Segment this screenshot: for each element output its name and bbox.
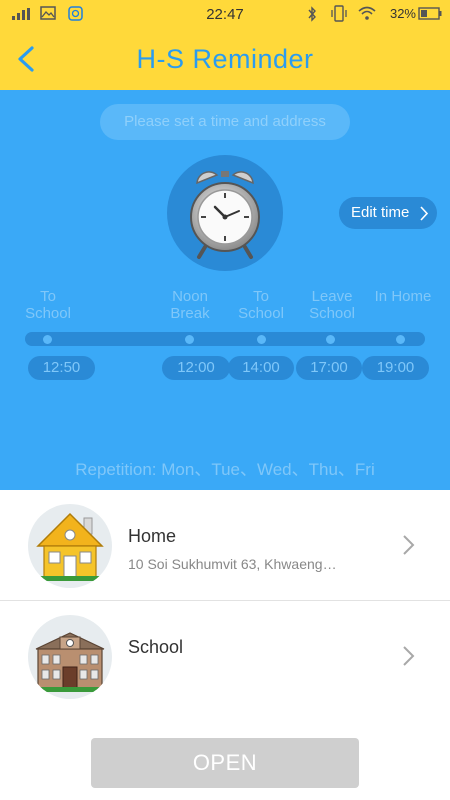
alarm-clock-icon <box>190 171 260 259</box>
place-address: 10 Soi Sukhumvit 63, Khwaeng… <box>128 556 337 572</box>
wifi-icon <box>358 6 376 20</box>
place-name: School <box>128 637 184 657</box>
repetition-days[interactable]: Repetition: Mon、Tue、Wed、Thu、Fri <box>0 455 450 480</box>
chevron-right-icon <box>420 206 429 221</box>
track-dot <box>326 335 335 344</box>
page-title: H-S Reminder <box>136 44 314 74</box>
open-button[interactable]: OPEN <box>91 738 359 788</box>
track-dot <box>43 335 52 344</box>
label-in-home: In Home <box>374 288 432 305</box>
label-noon-break: Noon Break <box>170 288 210 322</box>
time-pill[interactable]: 12:00 <box>162 356 230 380</box>
place-row-school[interactable]: School <box>0 601 450 713</box>
house-icon <box>36 512 104 581</box>
edit-time-button[interactable]: Edit time <box>339 197 437 229</box>
label-to-school: To School <box>25 288 71 322</box>
status-time: 22:47 <box>206 6 244 23</box>
time-pill[interactable]: 19:00 <box>362 356 429 380</box>
chevron-right-icon <box>403 646 415 666</box>
track-dot <box>185 335 194 344</box>
app-header: H-S Reminder <box>0 28 450 90</box>
chevron-right-icon <box>403 535 415 555</box>
label-to-school-afternoon: To School <box>238 288 284 322</box>
label-leave-school: Leave School <box>309 288 355 322</box>
battery-icon <box>418 7 442 20</box>
bluetooth-icon <box>308 6 316 22</box>
time-pill[interactable]: 14:00 <box>228 356 294 380</box>
edit-time-label: Edit time <box>351 204 410 221</box>
track-dot <box>257 335 266 344</box>
battery-percent: 32% <box>389 6 416 21</box>
school-avatar <box>28 615 112 699</box>
time-pill[interactable]: 17:00 <box>296 356 362 380</box>
place-name: Home <box>128 526 177 546</box>
status-bar: 22:47 32% <box>0 0 450 28</box>
place-row-home[interactable]: Home 10 Soi Sukhumvit 63, Khwaeng… <box>0 490 450 602</box>
track-dot <box>396 335 405 344</box>
set-time-address-hint[interactable]: Please set a time and address <box>100 104 350 140</box>
time-pill[interactable]: 12:50 <box>28 356 95 380</box>
vibrate-icon <box>331 5 347 22</box>
schedule-track[interactable] <box>25 332 425 346</box>
school-building-icon <box>34 632 106 692</box>
reminder-panel: Please set a time and address Edit time … <box>0 90 450 490</box>
alarm-clock-badge <box>167 155 283 271</box>
house-avatar <box>28 504 112 588</box>
